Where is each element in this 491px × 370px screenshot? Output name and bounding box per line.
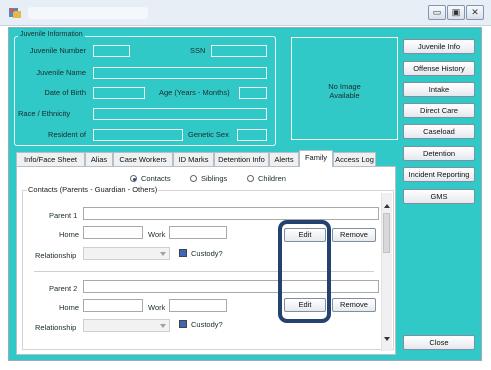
parent-2-label: Parent 2	[49, 284, 78, 293]
age-field[interactable]	[239, 87, 267, 99]
parent-1-work-phone[interactable]	[169, 226, 227, 239]
tab-detention-info[interactable]: Detention Info	[214, 152, 269, 166]
juvenile-name-field[interactable]	[93, 67, 267, 79]
app-icon	[9, 8, 21, 18]
tab-alias[interactable]: Alias	[85, 152, 113, 166]
incident-reporting-button[interactable]: Incident Reporting	[403, 167, 475, 182]
gms-button[interactable]: GMS	[403, 189, 475, 204]
parent-2-custody-label: Custody?	[191, 320, 223, 329]
maximize-button[interactable]: ▣	[447, 5, 465, 20]
parent-2-name-field[interactable]	[83, 280, 379, 293]
parent-1-home-phone[interactable]	[83, 226, 143, 239]
parent-1-custody-checkbox[interactable]	[179, 249, 187, 257]
contacts-radio[interactable]	[130, 175, 137, 182]
ssn-label: SSN	[190, 46, 206, 55]
contacts-group-legend: Contacts (Parents - Guardian - Others)	[27, 185, 159, 194]
juvenile-info-button[interactable]: Juvenile Info	[403, 39, 475, 54]
chevron-down-icon[interactable]	[160, 252, 166, 256]
resident-of-label: Resident of	[48, 130, 86, 139]
detention-button[interactable]: Detention	[403, 146, 475, 161]
parent-2-work-phone[interactable]	[169, 299, 227, 312]
genetic-sex-field[interactable]	[237, 129, 267, 141]
window-title	[28, 7, 148, 19]
parent-2-remove-button[interactable]: Remove	[332, 298, 376, 312]
juvenile-name-label: Juvenile Name	[36, 68, 86, 77]
parent-1-home-label: Home	[59, 230, 80, 239]
no-image-text: No Image Available	[328, 82, 361, 100]
tab-family[interactable]: Family	[299, 150, 333, 167]
triangle-down-icon[interactable]	[384, 337, 390, 341]
tab-access-log[interactable]: Access Log	[333, 152, 376, 166]
children-radio[interactable]	[247, 175, 254, 182]
offense-history-button[interactable]: Offense History	[403, 61, 475, 76]
genetic-sex-label: Genetic Sex	[188, 130, 229, 139]
date-of-birth-field[interactable]	[93, 87, 145, 99]
resident-of-field[interactable]	[93, 129, 183, 141]
parent-1-label: Parent 1	[49, 211, 78, 220]
tab-id-marks[interactable]: ID Marks	[173, 152, 214, 166]
juvenile-info-legend: Juvenile Information	[18, 31, 85, 38]
parent-2-work-label: Work	[148, 303, 166, 312]
caseload-button[interactable]: Caseload	[403, 124, 475, 139]
parent-2-relationship-select[interactable]	[83, 319, 170, 332]
parent-2-home-label: Home	[59, 303, 80, 312]
parent-1-relationship-select[interactable]	[83, 247, 170, 260]
siblings-radio[interactable]	[190, 175, 197, 182]
minimize-button[interactable]: ▭	[428, 5, 446, 20]
date-of-birth-label: Date of Birth	[44, 88, 86, 97]
close-window-button[interactable]: ✕	[466, 5, 484, 20]
parent-1-custody-label: Custody?	[191, 249, 223, 258]
parent-1-remove-button[interactable]: Remove	[332, 228, 376, 242]
intake-button[interactable]: Intake	[403, 82, 475, 97]
parent-1-name-field[interactable]	[83, 207, 379, 220]
parent-2-custody-checkbox[interactable]	[179, 320, 187, 328]
parent-2-home-phone[interactable]	[83, 299, 143, 312]
close-button[interactable]: Close	[403, 335, 475, 350]
chevron-down-icon[interactable]	[160, 324, 166, 328]
juvenile-number-label: Juvenile Number	[29, 46, 86, 55]
edit-buttons-highlight	[278, 220, 331, 323]
parent-2-relationship-label: Relationship	[35, 323, 77, 332]
ssn-field[interactable]	[211, 45, 267, 57]
age-label: Age (Years - Months)	[159, 88, 230, 97]
race-ethnicity-label: Race / Ethnicity	[18, 109, 71, 118]
children-radio-label: Children	[258, 174, 286, 183]
contacts-radio-label: Contacts	[141, 174, 171, 183]
parent-1-relationship-label: Relationship	[35, 251, 77, 260]
tab-alerts[interactable]: Alerts	[269, 152, 299, 166]
parent-1-work-label: Work	[148, 230, 166, 239]
race-ethnicity-field[interactable]	[93, 108, 267, 120]
direct-care-button[interactable]: Direct Care	[403, 103, 475, 118]
juvenile-number-field[interactable]	[93, 45, 130, 57]
tab-case-workers[interactable]: Case Workers	[113, 152, 173, 166]
triangle-up-icon[interactable]	[384, 204, 390, 208]
scrollbar-thumb[interactable]	[383, 213, 390, 253]
tab-info-face-sheet[interactable]: Info/Face Sheet	[16, 152, 85, 166]
siblings-radio-label: Siblings	[201, 174, 228, 183]
